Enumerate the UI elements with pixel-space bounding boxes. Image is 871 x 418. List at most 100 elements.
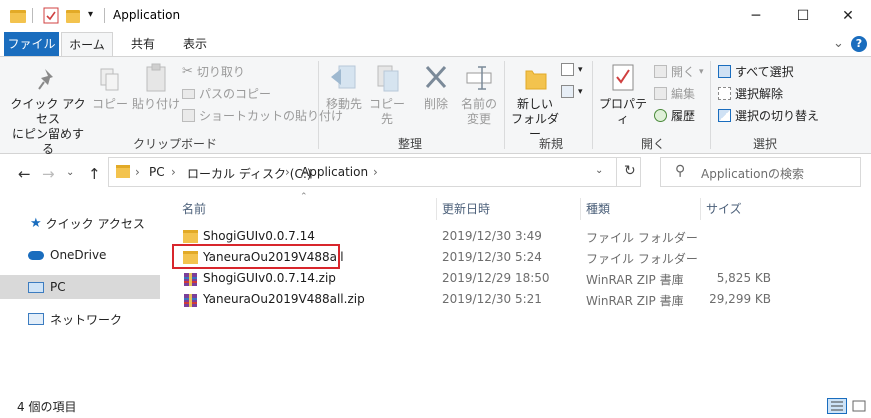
invert-selection-label: 選択の切り替え (735, 109, 820, 123)
refresh-icon[interactable]: ↻ (624, 163, 636, 179)
delete-icon (425, 65, 447, 89)
delete-button[interactable]: 削除 (418, 63, 454, 112)
file-row[interactable]: YaneuraOu2019V488all.zip 2019/12/30 5:21 W… (172, 289, 776, 310)
help-icon[interactable]: ? (851, 36, 867, 52)
open-button[interactable]: 開く ▾ (654, 63, 704, 80)
nav-label: OneDrive (50, 248, 107, 262)
paste-button[interactable]: 貼り付け (132, 63, 180, 112)
properties-label: プロパティ (598, 97, 647, 126)
divider (436, 198, 437, 220)
breadcrumb-separator: › (171, 165, 176, 179)
copy-to-icon (377, 65, 399, 92)
edit-label: 編集 (671, 87, 696, 101)
breadcrumb-separator: › (135, 165, 140, 179)
search-box[interactable]: ⚲ Applicationの検索 (660, 157, 861, 187)
close-button[interactable]: ✕ (825, 0, 871, 32)
new-folder-quick-access-icon[interactable] (66, 7, 80, 25)
history-label: 履歴 (671, 109, 696, 123)
quick-access-dropdown-icon[interactable]: ▾ (88, 9, 93, 27)
item-count: 4 個の項目 (17, 400, 77, 414)
nav-item-network[interactable]: ネットワーク (0, 307, 160, 331)
ribbon-tabs: ファイル ホーム 共有 表示 ⌄ ? (0, 32, 871, 57)
breadcrumb-application[interactable]: Application (301, 165, 368, 179)
column-header-name[interactable]: 名前 (182, 200, 206, 217)
divider (616, 158, 617, 186)
edit-icon (654, 87, 667, 100)
properties-button[interactable]: プロパティ (597, 63, 649, 127)
nav-item-quick-access[interactable]: ★ クイック アクセス (0, 211, 160, 235)
move-to-label: 移動先 (325, 97, 362, 111)
invert-selection-button[interactable]: 選択の切り替え (718, 107, 819, 124)
select-none-button[interactable]: 選択解除 (718, 85, 783, 102)
copy-path-icon (182, 88, 195, 99)
nav-item-onedrive[interactable]: OneDrive (0, 243, 160, 267)
nav-item-pc[interactable]: PC (0, 275, 160, 299)
move-to-icon (331, 65, 356, 89)
group-divider (710, 61, 711, 149)
history-button[interactable]: 履歴 (654, 107, 695, 124)
easy-access-icon (561, 85, 574, 98)
invert-selection-icon (718, 109, 731, 122)
navigation-pane: ★ クイック アクセス OneDrive PC ネットワーク (0, 192, 160, 392)
forward-button[interactable]: → (42, 165, 55, 183)
select-all-button[interactable]: すべて選択 (718, 63, 794, 80)
easy-access-button[interactable]: ▾ (561, 85, 583, 98)
rename-button[interactable]: 名前の 変更 (458, 63, 500, 127)
nav-label: PC (50, 280, 66, 294)
group-divider (504, 61, 505, 149)
properties-quick-access-icon[interactable] (43, 7, 59, 25)
tab-home[interactable]: ホーム (61, 32, 113, 57)
maximize-button[interactable]: ☐ (780, 0, 826, 32)
large-icons-view-button[interactable] (850, 398, 868, 414)
breadcrumb-separator: › (285, 165, 290, 179)
group-divider (592, 61, 593, 149)
tab-share[interactable]: 共有 (120, 32, 166, 56)
scissors-icon: ✂ (182, 64, 193, 79)
new-item-icon (561, 63, 574, 76)
open-icon (654, 65, 667, 78)
divider (580, 198, 581, 220)
rename-icon (466, 66, 492, 90)
file-type: WinRAR ZIP 書庫 (586, 273, 684, 287)
select-all-label: すべて選択 (735, 65, 794, 79)
file-name: ShogiGUIv0.0.7.14 (203, 229, 315, 243)
cut-button[interactable]: ✂ 切り取り (182, 63, 245, 80)
pin-icon (38, 69, 53, 90)
ribbon-collapse-icon[interactable]: ⌄ (833, 36, 844, 51)
edit-button[interactable]: 編集 (654, 85, 695, 102)
back-button[interactable]: ← (18, 165, 31, 183)
pin-to-quick-access-button[interactable]: クイック アクセス にピン留めする (8, 67, 88, 157)
copy-to-button[interactable]: コピー先 (366, 63, 408, 127)
selection-highlight-box (172, 244, 340, 269)
cloud-icon (28, 250, 44, 260)
copy-path-button[interactable]: パスのコピー (182, 85, 271, 102)
details-view-button[interactable] (827, 398, 847, 414)
copy-button[interactable]: コピー (92, 67, 128, 112)
address-bar[interactable]: › PC › ローカル ディスク (C:) › Application › ⌄ … (108, 157, 641, 187)
address-history-icon[interactable]: ⌄ (595, 165, 603, 176)
column-header-type[interactable]: 種類 (586, 200, 610, 217)
column-header-size[interactable]: サイズ (706, 200, 742, 217)
divider (104, 8, 105, 23)
minimize-button[interactable]: ─ (733, 0, 779, 32)
file-row[interactable]: ShogiGUIv0.0.7.14.zip 2019/12/29 18:50 Win… (172, 268, 776, 289)
breadcrumb-local-disk[interactable]: ローカル ディスク (C:) (187, 165, 312, 182)
new-folder-label-line1: 新しい (516, 97, 553, 111)
tab-view[interactable]: 表示 (172, 32, 218, 56)
properties-icon (612, 64, 634, 91)
file-size: 5,825 KB (716, 271, 771, 285)
tab-file[interactable]: ファイル (4, 32, 59, 56)
copy-to-label: コピー先 (368, 97, 405, 126)
move-to-button[interactable]: 移動先 (324, 63, 364, 112)
new-item-button[interactable]: ▾ (561, 63, 583, 76)
breadcrumb-pc[interactable]: PC (149, 165, 165, 179)
select-all-icon (718, 65, 731, 78)
column-header-date[interactable]: 更新日時 (442, 200, 490, 217)
new-folder-button[interactable]: 新しい フォルダー (510, 63, 560, 142)
recent-locations-icon[interactable]: ⌄ (66, 167, 74, 178)
up-button[interactable]: ↑ (88, 165, 101, 183)
rename-label-line1: 名前の (460, 97, 497, 111)
winrar-archive-icon (183, 272, 198, 290)
copy-icon (100, 68, 119, 91)
computer-icon (28, 281, 44, 293)
